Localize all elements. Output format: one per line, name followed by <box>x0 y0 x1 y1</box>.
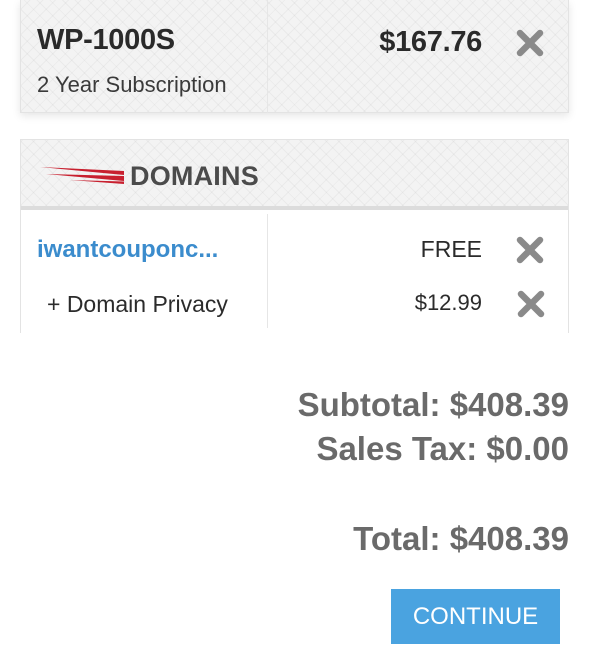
close-icon <box>517 290 545 318</box>
domains-swoosh-icon <box>40 167 124 184</box>
domains-list: iwantcouponc... FREE + Domain Privacy $1… <box>21 214 568 333</box>
sales-tax: Sales Tax: $0.00 <box>316 430 569 467</box>
domain-privacy-label: + Domain Privacy <box>47 291 228 317</box>
domains-header: DOMAINS <box>21 140 568 210</box>
order-total: Total: $408.39 <box>353 520 569 557</box>
domains-title: DOMAINS <box>130 161 259 191</box>
close-icon <box>516 29 544 57</box>
column-divider <box>267 214 268 328</box>
product-name: WP-1000S <box>37 24 175 56</box>
product-card: WP-1000S 2 Year Subscription $167.76 <box>20 0 569 113</box>
domain-price: FREE <box>420 236 482 262</box>
continue-button[interactable]: CONTINUE <box>391 589 560 644</box>
product-price: $167.76 <box>379 26 482 58</box>
remove-domain-button[interactable] <box>515 235 545 265</box>
subtotal: Subtotal: $408.39 <box>297 386 569 423</box>
remove-product-button[interactable] <box>515 28 545 58</box>
close-icon <box>516 236 544 264</box>
domain-privacy-price: $12.99 <box>414 290 482 315</box>
column-divider <box>267 0 268 113</box>
domain-name-link[interactable]: iwantcouponc... <box>37 236 218 264</box>
domains-card: DOMAINS iwantcouponc... FREE + Domain Pr… <box>20 139 569 333</box>
remove-domain-privacy-button[interactable] <box>516 289 546 319</box>
product-term: 2 Year Subscription <box>37 72 227 97</box>
